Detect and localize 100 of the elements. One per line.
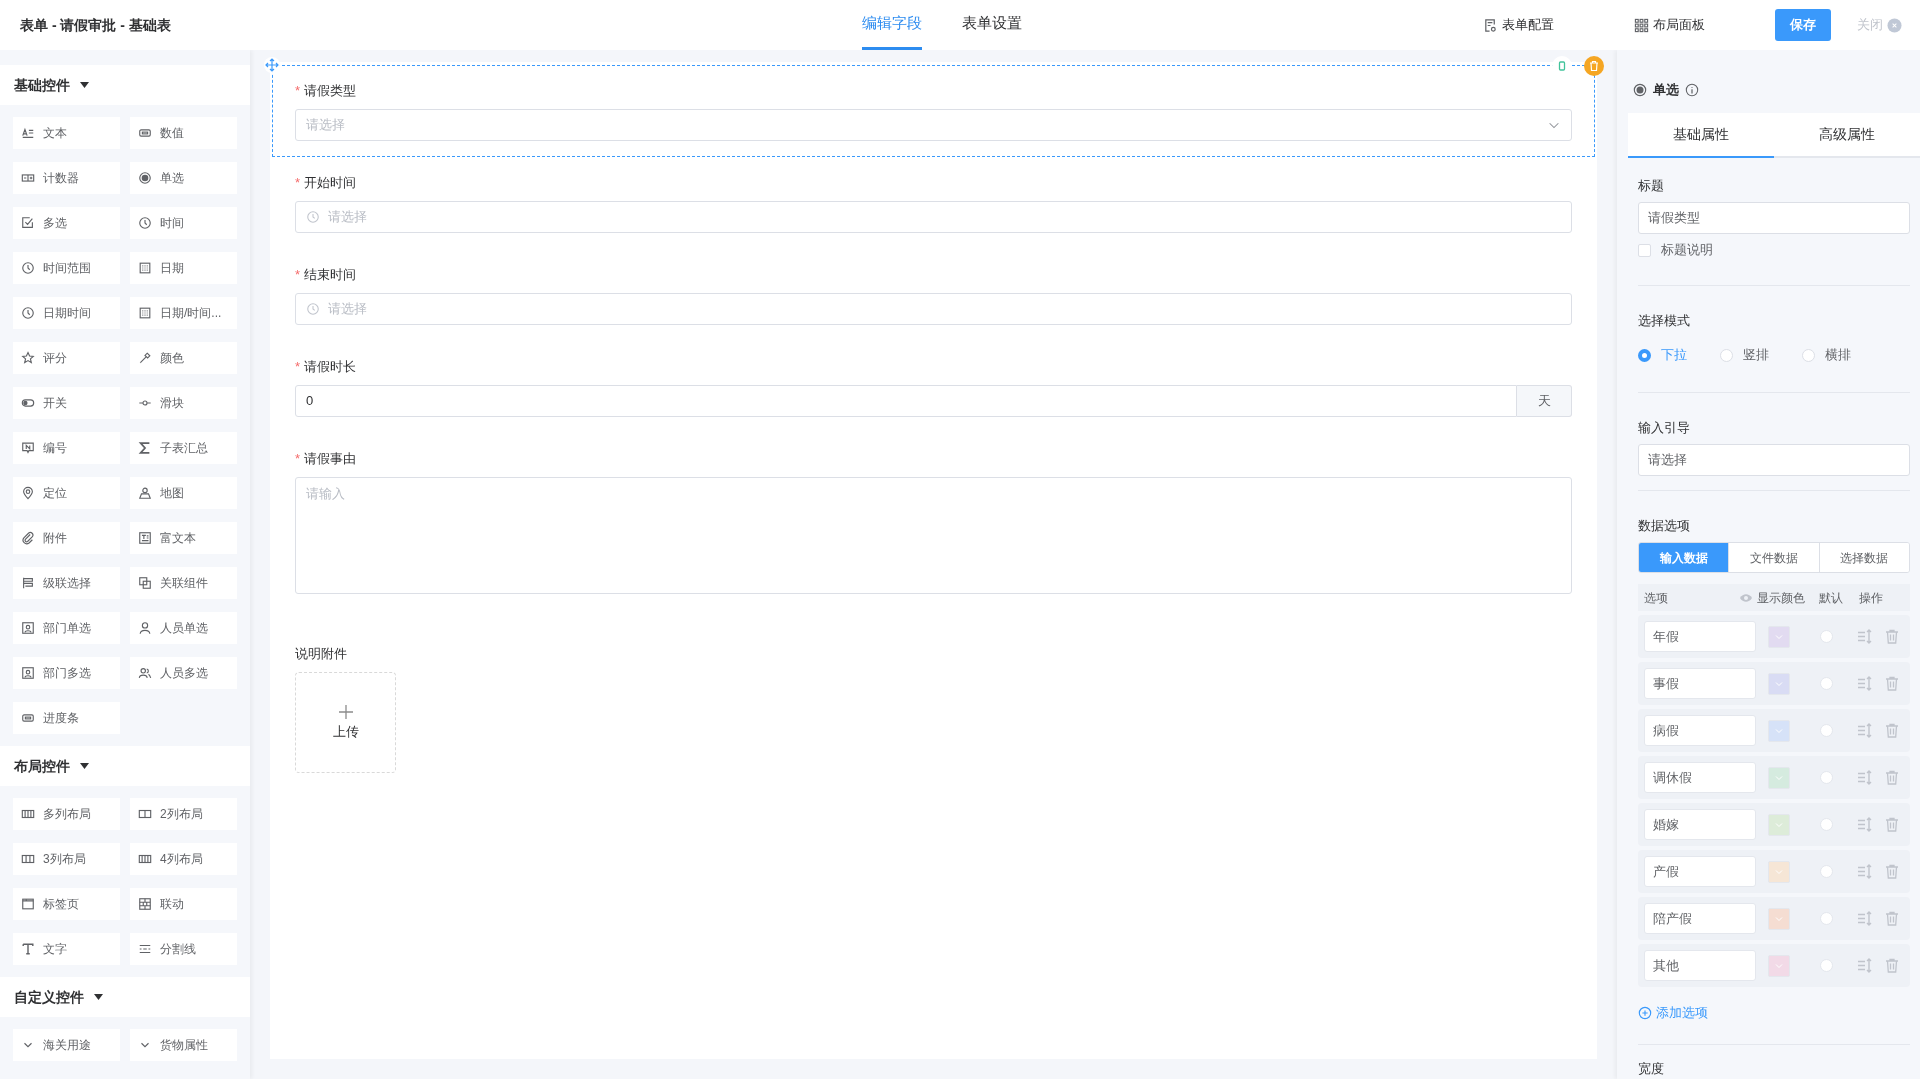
guide-input[interactable]: 请选择 [1638,444,1910,476]
mode-radio[interactable]: 竖排 [1720,345,1772,365]
delete-icon[interactable] [1885,629,1899,644]
component-item[interactable]: 级联选择 [13,567,120,599]
color-swatch[interactable] [1768,766,1790,789]
default-radio[interactable] [1820,724,1833,737]
delete-icon[interactable] [1885,676,1899,691]
component-item[interactable]: 定位 [13,477,120,509]
sort-icon[interactable] [1857,723,1873,738]
component-item[interactable]: 人员多选 [130,657,237,689]
component-item[interactable]: 标签页 [13,888,120,920]
default-radio[interactable] [1820,865,1833,878]
component-item[interactable]: 关联组件 [130,567,237,599]
title-note-checkbox[interactable]: 标题说明 [1638,241,1910,259]
field-label: 开始时间 [304,174,357,193]
number-field[interactable]: 0 [295,385,1517,417]
component-item[interactable]: 时间范围 [13,252,120,284]
component-item[interactable]: 货物属性 [130,1029,237,1061]
field-label: 说明附件 [295,645,347,664]
component-item[interactable]: 颜色 [130,342,237,374]
component-item[interactable]: 单选 [130,162,237,194]
component-item[interactable]: 联动 [130,888,237,920]
delete-icon[interactable] [1584,56,1604,76]
default-radio[interactable] [1820,959,1833,972]
default-radio[interactable] [1820,677,1833,690]
component-item[interactable]: 附件 [13,522,120,554]
default-radio[interactable] [1820,912,1833,925]
toolbar-button[interactable]: 布局面板 [1634,15,1705,35]
component-item[interactable]: 富文本 [130,522,237,554]
color-swatch[interactable] [1768,719,1790,742]
sort-icon[interactable] [1857,676,1873,691]
component-item[interactable]: 日期时间 [13,297,120,329]
delete-icon[interactable] [1885,817,1899,832]
required-asterisk: * [295,450,301,469]
delete-icon[interactable] [1885,864,1899,879]
toolbar-button[interactable]: 表单配置 [1483,15,1554,35]
component-item[interactable]: 日期/时间... [130,297,237,329]
option-input[interactable]: 产假 [1644,856,1756,887]
sort-icon[interactable] [1857,911,1873,926]
component-item[interactable]: 人员单选 [130,612,237,644]
component-item[interactable]: 4列布局 [130,843,237,875]
sort-icon[interactable] [1857,958,1873,973]
header-tab[interactable]: 表单设置 [962,0,1022,50]
component-item[interactable]: 子表汇总 [130,432,237,464]
delete-icon[interactable] [1885,723,1899,738]
default-radio[interactable] [1820,818,1833,831]
option-input[interactable]: 婚嫁 [1644,809,1756,840]
property-tab[interactable]: 基础属性 [1628,113,1774,158]
component-item[interactable]: 文本 [13,117,120,149]
component-item[interactable]: 滑块 [130,387,237,419]
info-icon[interactable] [1685,82,1699,97]
sort-icon[interactable] [1857,817,1873,832]
component-item[interactable]: 计数器 [13,162,120,194]
option-input[interactable]: 病假 [1644,715,1756,746]
option-input[interactable]: 年假 [1644,621,1756,652]
component-item[interactable]: 3列布局 [13,843,120,875]
move-handle-icon[interactable] [264,57,280,73]
property-label: 数据选项 [1638,517,1691,535]
option-input[interactable]: 其他 [1644,950,1756,981]
delete-icon[interactable] [1885,911,1899,926]
component-item[interactable]: 数值 [130,117,237,149]
component-item[interactable]: 编号 [13,432,120,464]
component-item[interactable]: 日期 [130,252,237,284]
upload-button[interactable]: 上传 [295,672,396,773]
option-input[interactable]: 调休假 [1644,762,1756,793]
default-radio[interactable] [1820,630,1833,643]
mode-radio[interactable]: 横排 [1802,345,1854,365]
sort-icon[interactable] [1857,629,1873,644]
component-item[interactable]: 进度条 [13,702,120,734]
sort-icon[interactable] [1857,864,1873,879]
color-swatch[interactable] [1768,813,1790,836]
component-item[interactable]: 评分 [13,342,120,374]
component-item[interactable]: 分割线 [130,933,237,965]
component-item[interactable]: 开关 [13,387,120,419]
component-item[interactable]: 多选 [13,207,120,239]
default-radio[interactable] [1820,771,1833,784]
component-name: 单选 [1653,80,1679,99]
option-input[interactable]: 事假 [1644,668,1756,699]
section-header[interactable]: 自定义控件 [0,977,250,1017]
section-header[interactable]: 布局控件 [0,746,250,786]
section-header[interactable]: 基础控件 [0,65,250,105]
delete-icon[interactable] [1885,958,1899,973]
component-item[interactable]: 多列布局 [13,798,120,830]
component-item[interactable]: 地图 [130,477,237,509]
component-item[interactable]: 时间 [130,207,237,239]
delete-icon[interactable] [1885,770,1899,785]
property-tab[interactable]: 高级属性 [1774,113,1920,158]
color-swatch[interactable] [1768,860,1790,883]
component-item[interactable]: 部门多选 [13,657,120,689]
option-input[interactable]: 陪产假 [1644,903,1756,934]
component-item[interactable]: 2列布局 [130,798,237,830]
component-item[interactable]: 文字 [13,933,120,965]
header-tab[interactable]: 编辑字段 [862,0,922,50]
component-item[interactable]: 海关用途 [13,1029,120,1061]
color-swatch[interactable] [1768,907,1790,930]
title-input[interactable]: 请假类型 [1638,202,1910,234]
data-source-tab[interactable]: 选择数据 [1818,543,1909,572]
plus-icon [337,703,354,720]
component-item[interactable]: 部门单选 [13,612,120,644]
sort-icon[interactable] [1857,770,1873,785]
